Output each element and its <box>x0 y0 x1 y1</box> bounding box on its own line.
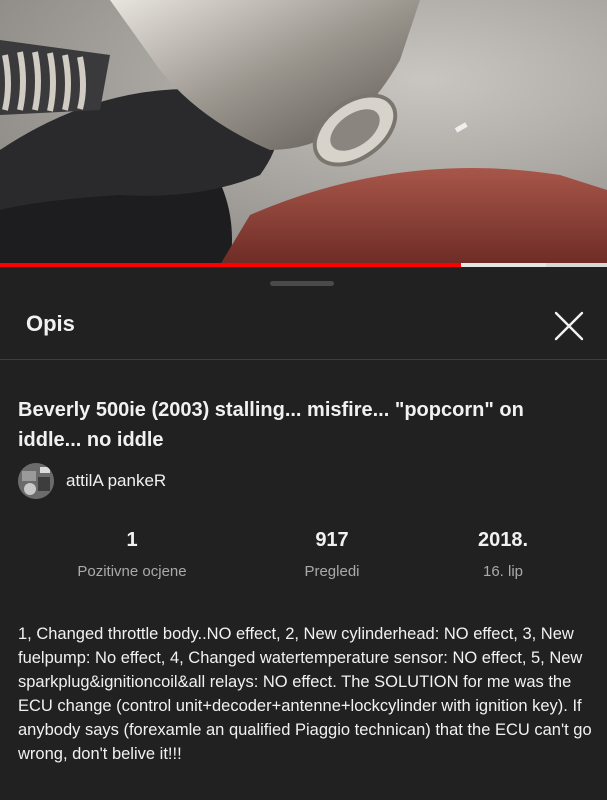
video-frame <box>0 0 607 265</box>
description-sheet: Opis Beverly 500ie (2003) stalling... mi… <box>0 267 607 800</box>
channel-name[interactable]: attilA pankeR <box>66 471 166 491</box>
stat-views: 917 Pregledi <box>257 529 407 580</box>
video-title: Beverly 500ie (2003) stalling... misfire… <box>18 399 524 451</box>
stat-views-label: Pregledi <box>304 563 360 580</box>
close-icon <box>554 311 584 341</box>
channel-link[interactable]: attilA pankeR <box>18 463 166 499</box>
stat-likes: 1 Pozitivne ocjene <box>57 529 207 580</box>
stat-date-year: 2018. <box>477 529 529 551</box>
video-player[interactable] <box>0 0 607 265</box>
description-text: 1, Changed throttle body..NO effect, 2, … <box>18 625 592 763</box>
stat-views-value: 917 <box>315 529 349 551</box>
stat-likes-value: 1 <box>126 529 138 551</box>
drag-handle[interactable] <box>270 281 334 286</box>
divider <box>0 359 607 360</box>
stat-likes-label: Pozitivne ocjene <box>77 563 187 580</box>
stat-date-day: 16. lip <box>482 563 524 580</box>
close-button[interactable] <box>546 303 592 349</box>
stat-date: 2018. 16. lip <box>428 529 578 580</box>
avatar[interactable] <box>18 463 54 499</box>
sheet-title: Opis <box>26 311 75 336</box>
avatar-image <box>18 463 54 499</box>
